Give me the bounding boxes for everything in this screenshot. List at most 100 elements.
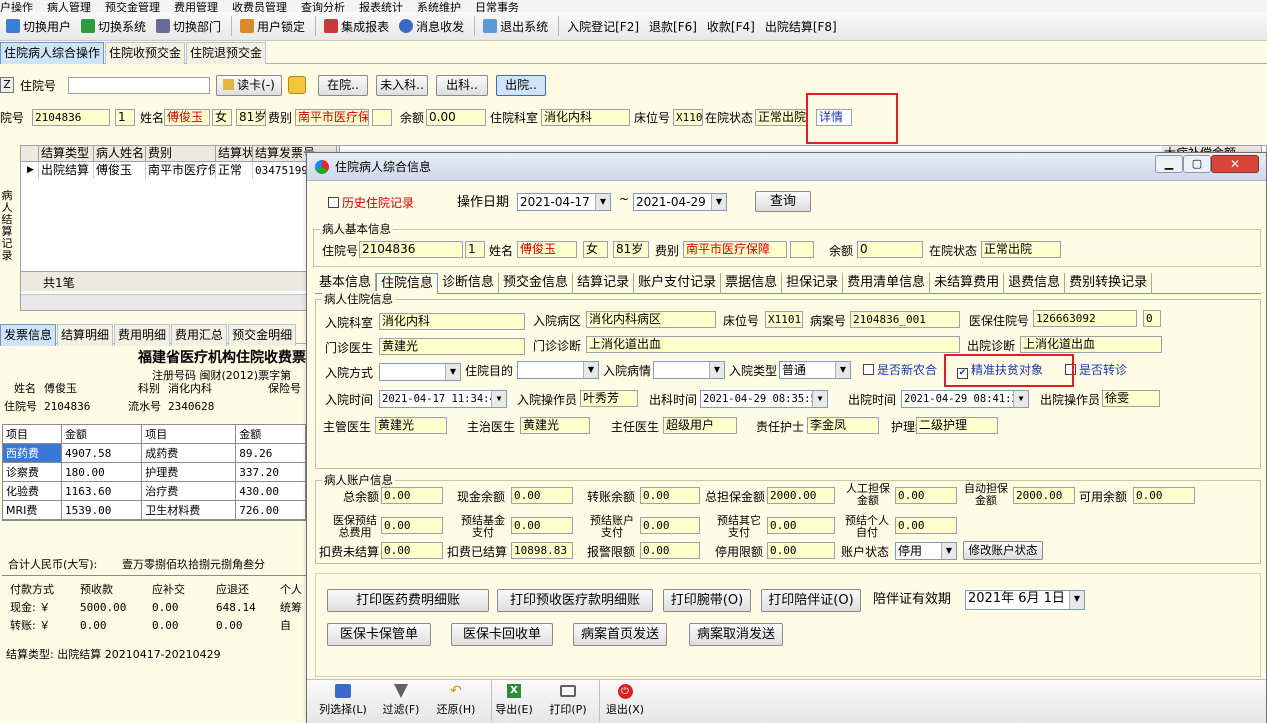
- basic-status-field[interactable]: 正常出院: [981, 241, 1061, 258]
- refund-button[interactable]: 退款[F6]: [645, 15, 701, 37]
- grid-header[interactable]: 结算类型: [39, 146, 94, 162]
- minimize-icon[interactable]: ▁: [1155, 155, 1183, 173]
- patient-seq-field[interactable]: 1: [115, 109, 135, 126]
- filter-button[interactable]: 过滤(F): [377, 684, 425, 717]
- manual-guarantee-field[interactable]: 0.00: [895, 487, 957, 504]
- tab-guarantee[interactable]: 担保记录: [782, 273, 844, 294]
- tab-refund-deposit[interactable]: 住院退预交金: [186, 42, 267, 64]
- tab-settle-detail[interactable]: 结算明细: [57, 324, 114, 346]
- op-doctor-field[interactable]: 黄建光: [379, 338, 525, 355]
- restore-button[interactable]: ↶ 还原(H): [431, 684, 481, 717]
- menu-item[interactable]: 户操作: [0, 2, 33, 12]
- alarm-field[interactable]: 0.00: [640, 542, 700, 559]
- out-dept-time-picker[interactable]: 2021-04-29 08:35:50 ▼: [700, 390, 828, 408]
- tab-invoice[interactable]: 发票信息: [0, 324, 57, 346]
- settled-field[interactable]: 10898.83: [511, 542, 573, 559]
- in-op-field[interactable]: 叶秀芳: [580, 390, 638, 407]
- menu-item[interactable]: 系统维护: [417, 2, 461, 12]
- receipt-cell[interactable]: MRI费: [2, 500, 62, 520]
- discharged-button[interactable]: 出院..: [496, 75, 546, 96]
- tab-unsettled[interactable]: 未结算费用: [930, 273, 1005, 294]
- search-input[interactable]: [68, 77, 210, 94]
- tab-diagnosis[interactable]: 诊断信息: [438, 273, 500, 294]
- name-field[interactable]: 傅俊玉: [164, 109, 210, 126]
- in-type-select[interactable]: 普通 ▼: [779, 361, 851, 379]
- print-button[interactable]: 打印(P): [543, 684, 593, 717]
- basic-name-field[interactable]: 傅俊玉: [517, 241, 577, 258]
- account-status-select[interactable]: 停用 ▼: [895, 542, 957, 560]
- card-recycle-button[interactable]: 医保卡回收单: [451, 623, 553, 646]
- export-button[interactable]: X 导出(E): [489, 684, 539, 717]
- total-balance-field[interactable]: 0.00: [381, 487, 443, 504]
- basic-balance-field[interactable]: 0: [857, 241, 923, 258]
- basic-age-field[interactable]: 81岁: [613, 241, 649, 258]
- out-diag-field[interactable]: 上消化道出血: [1020, 336, 1162, 353]
- close-icon[interactable]: ✕: [1211, 155, 1259, 173]
- grid-header[interactable]: 结算状: [216, 146, 253, 162]
- in-hospital-button[interactable]: 在院..: [318, 75, 368, 96]
- pre-self-field[interactable]: 0.00: [895, 517, 957, 534]
- report-button[interactable]: 集成报表: [320, 15, 393, 37]
- receipt-cell[interactable]: 卫生材料费: [141, 500, 237, 520]
- send-case-button[interactable]: 病案首页发送: [573, 623, 667, 646]
- auto-guarantee-field[interactable]: 2000.00: [1013, 487, 1075, 504]
- age-field[interactable]: 81岁: [236, 109, 266, 126]
- tab-fee-convert[interactable]: 费别转换记录: [1065, 273, 1153, 294]
- escort-valid-picker[interactable]: 2021年 6月 1日 ▼: [965, 590, 1085, 610]
- pre-total-field[interactable]: 0.00: [381, 517, 443, 534]
- basic-fee-field[interactable]: 南平市医疗保障: [683, 241, 787, 258]
- print-prepay-detail-button[interactable]: 打印预收医疗款明细账: [497, 589, 653, 612]
- cancel-case-button[interactable]: 病案取消发送: [689, 623, 783, 646]
- card-custody-button[interactable]: 医保卡保管单: [327, 623, 431, 646]
- doctor3-field[interactable]: 超级用户: [663, 417, 737, 434]
- doctor1-field[interactable]: 黄建光: [375, 417, 447, 434]
- unsettled-field[interactable]: 0.00: [381, 542, 443, 559]
- purpose-select[interactable]: ▼: [517, 361, 599, 379]
- dept-field[interactable]: 消化内科: [541, 109, 630, 126]
- menu-item[interactable]: 日常事务: [475, 2, 519, 12]
- guarantee-field[interactable]: 2000.00: [767, 487, 835, 504]
- pre-other-field[interactable]: 0.00: [767, 517, 835, 534]
- condition-select[interactable]: ▼: [653, 361, 725, 379]
- date-from-picker[interactable]: 2021-04-17 ▼: [517, 193, 611, 211]
- tab-inpatient-ops[interactable]: 住院病人综合操作: [0, 42, 105, 64]
- read-card-button[interactable]: 读卡(-): [216, 75, 282, 96]
- menu-item[interactable]: 预交金管理: [105, 2, 160, 12]
- out-op-field[interactable]: 徐雯: [1102, 390, 1160, 407]
- message-button[interactable]: 消息收发: [395, 15, 468, 37]
- receipt-cell[interactable]: 诊察费: [2, 462, 62, 482]
- query-button[interactable]: 查询: [755, 191, 811, 212]
- care-field[interactable]: 二级护理: [916, 417, 998, 434]
- out-time-picker[interactable]: 2021-04-29 08:41:21 ▼: [901, 390, 1029, 408]
- new-rural-checkbox[interactable]: 是否新农合: [863, 362, 937, 378]
- history-checkbox[interactable]: 历史住院记录: [328, 195, 414, 211]
- collect-button[interactable]: 收款[F4]: [703, 15, 759, 37]
- in-bed-field[interactable]: X1101-: [765, 311, 803, 328]
- tab-deposit[interactable]: 预交金信息: [499, 273, 574, 294]
- receipt-cell[interactable]: 化验费: [2, 481, 62, 501]
- switch-department-button[interactable]: 切换部门: [152, 15, 225, 37]
- patient-id-field[interactable]: 2104836: [32, 109, 110, 126]
- menu-item[interactable]: 收费员管理: [232, 2, 287, 12]
- grid-cell[interactable]: 正常: [216, 163, 253, 179]
- tab-settle-records[interactable]: 结算记录: [573, 273, 635, 294]
- grid-cell[interactable]: 出院结算: [39, 163, 94, 179]
- ward-field[interactable]: 消化内科病区: [586, 311, 716, 328]
- case-field[interactable]: 2104836_001: [850, 311, 960, 328]
- ins-no-extra[interactable]: 0: [1143, 310, 1161, 327]
- date-to-picker[interactable]: 2021-04-29 ▼: [633, 193, 727, 211]
- out-dept-button[interactable]: 出科..: [436, 75, 488, 96]
- grid-cell[interactable]: 傅俊玉: [94, 163, 146, 179]
- nurse-field[interactable]: 李金凤: [807, 417, 879, 434]
- receipt-cell[interactable]: 726.00: [235, 500, 306, 520]
- tab-deposit-detail[interactable]: 预交金明细: [228, 324, 297, 346]
- menu-item[interactable]: 查询分析: [301, 2, 345, 12]
- transfer-balance-field[interactable]: 0.00: [640, 487, 700, 504]
- pre-fund-field[interactable]: 0.00: [511, 517, 573, 534]
- ins-no-field[interactable]: 126663092: [1033, 310, 1137, 327]
- available-field[interactable]: 0.00: [1133, 487, 1195, 504]
- cardreader-icon[interactable]: [288, 76, 306, 94]
- receipt-cell[interactable]: 护理费: [141, 462, 237, 482]
- doctor2-field[interactable]: 黄建光: [520, 417, 590, 434]
- status-field[interactable]: 正常出院: [755, 109, 807, 126]
